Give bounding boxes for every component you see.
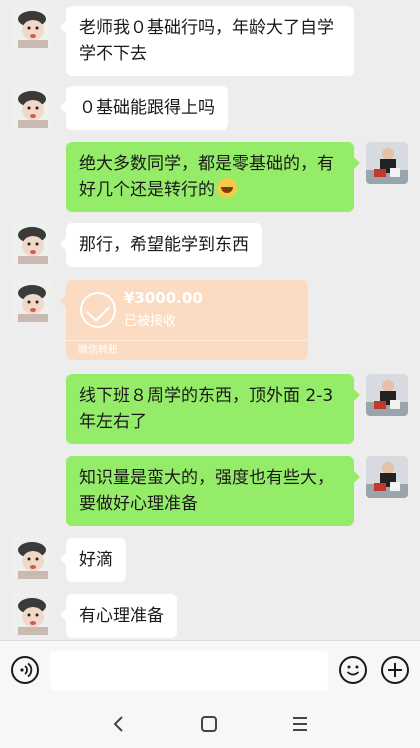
voice-icon[interactable]	[11, 656, 39, 684]
message-bubble[interactable]: 绝大多数同学，都是零基础的，有好几个还是转行的	[66, 142, 360, 212]
plus-icon[interactable]	[381, 656, 409, 684]
avatar-contact[interactable]	[12, 280, 54, 322]
message-bubble[interactable]: 线下班８周学的东西，顶外面 2-3 年左右了	[66, 374, 360, 444]
emoji-icon[interactable]	[339, 656, 367, 684]
message-input[interactable]	[50, 651, 328, 691]
grinning-face-emoji	[217, 178, 237, 198]
check-circle-icon	[80, 292, 116, 328]
message-bubble[interactable]: 有心理准备	[60, 594, 177, 638]
input-bar	[0, 640, 420, 700]
avatar-contact[interactable]	[12, 6, 54, 48]
message-text: ０基础能跟得上吗	[79, 98, 215, 118]
message-bubble[interactable]: 好滴	[60, 538, 126, 582]
transfer-card[interactable]: ¥3000.00 已被接收 微信转账	[60, 280, 308, 360]
message-text: 好滴	[79, 550, 113, 570]
message-text: 那行，希望能学到东西	[79, 235, 249, 255]
menu-icon[interactable]	[288, 712, 312, 736]
message-text: 有心理准备	[79, 606, 164, 626]
message-bubble[interactable]: 老师我０基础行吗，年龄大了自学学不下去	[60, 6, 354, 76]
back-icon[interactable]	[107, 712, 131, 736]
transfer-footer: 微信转账	[66, 340, 308, 360]
message-text: 老师我０基础行吗，年龄大了自学学不下去	[79, 18, 334, 64]
message-bubble[interactable]: 知识量是蛮大的，强度也有些大，要做好心理准备	[66, 456, 360, 526]
chat-area: 老师我０基础行吗，年龄大了自学学不下去 ０基础能跟得上吗 绝大多数同学，都是零基…	[0, 0, 420, 640]
transfer-status: 已被接收	[124, 314, 177, 329]
avatar-contact[interactable]	[12, 86, 54, 128]
avatar-contact[interactable]	[12, 593, 54, 635]
message-text: 知识量是蛮大的，强度也有些大，要做好心理准备	[79, 468, 334, 514]
avatar-contact[interactable]	[12, 537, 54, 579]
avatar-self[interactable]	[366, 456, 408, 498]
message-text: 线下班８周学的东西，顶外面 2-3 年左右了	[79, 386, 334, 432]
avatar-contact[interactable]	[12, 222, 54, 264]
avatar-self[interactable]	[366, 142, 408, 184]
message-bubble[interactable]: 那行，希望能学到东西	[60, 223, 262, 267]
avatar-self[interactable]	[366, 374, 408, 416]
transfer-amount: ¥3000.00	[124, 289, 203, 307]
message-bubble[interactable]: ０基础能跟得上吗	[60, 86, 228, 130]
message-text: 绝大多数同学，都是零基础的，有好几个还是转行的	[79, 154, 334, 200]
system-nav-bar	[0, 700, 420, 748]
home-icon[interactable]	[197, 712, 221, 736]
